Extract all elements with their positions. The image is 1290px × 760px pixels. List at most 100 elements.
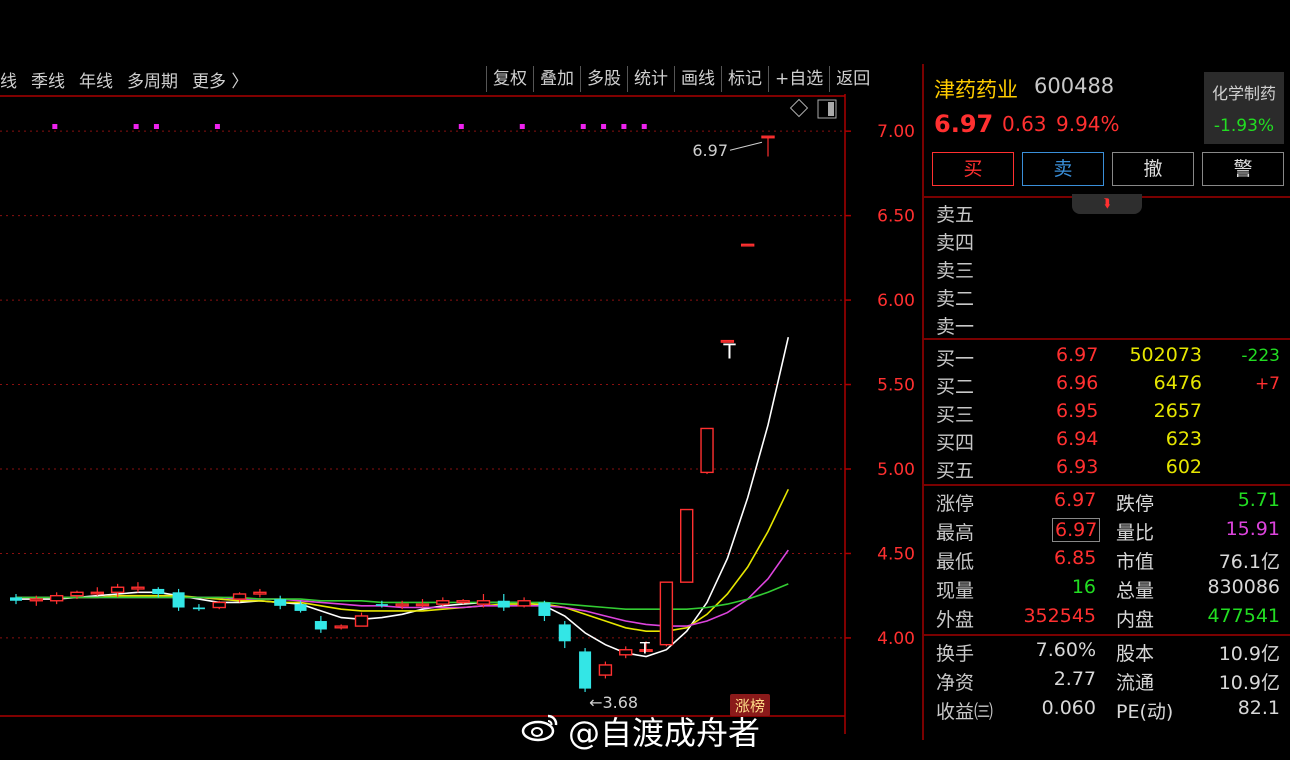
top-blank [0, 0, 1290, 64]
multi-stock-button[interactable]: 多股 [580, 66, 627, 92]
market-cap-label: 市值 [1116, 551, 1155, 573]
y-tick-label: 6.50 [877, 207, 915, 227]
candle-body [152, 588, 165, 594]
mark-button[interactable]: 标记 [721, 66, 768, 92]
y-tick-label: 6.00 [877, 291, 915, 311]
high-price-arrow [729, 141, 763, 151]
buy-level-1[interactable]: 买一 6.97 502073 -223 [924, 342, 1290, 370]
candle-body [294, 604, 307, 611]
buy-level-price: 6.95 [1056, 400, 1099, 422]
buy-level-4[interactable]: 买四 6.94 623 [924, 426, 1290, 454]
sell-button[interactable]: 卖 [1022, 152, 1104, 186]
sell-level-label: 卖三 [936, 260, 975, 282]
y-tick-label: 4.50 [877, 544, 915, 564]
stats-row-disk: 外盘 352545 内盘 477541 [924, 603, 1290, 631]
candle-body [395, 603, 409, 607]
period-tab-year[interactable]: 年线 [79, 67, 113, 92]
outer-volume-value: 352545 [1023, 605, 1096, 627]
sell-level-label: 卖四 [936, 232, 975, 254]
buy-level-label: 买五 [936, 460, 975, 482]
sell-level-5: 卖五 [924, 198, 1290, 226]
candle-body [680, 508, 694, 583]
buy-level-label: 买四 [936, 432, 975, 454]
t-marker-label: T [639, 638, 650, 657]
divider [924, 484, 1290, 486]
stats-row-volume: 现量 16 总量 830086 [924, 574, 1290, 602]
pe-value: 82.1 [1237, 697, 1280, 719]
y-tick-label: 5.50 [877, 376, 915, 396]
buy-level-price: 6.97 [1056, 344, 1099, 366]
candle-body [659, 581, 674, 646]
period-tab-multi[interactable]: 多周期 [127, 67, 178, 92]
candle-body [172, 592, 185, 608]
sell-level-4: 卖四 [924, 226, 1290, 254]
candle-body [761, 135, 775, 139]
y-tick-label: 4.00 [877, 629, 915, 649]
total-volume-label: 总量 [1116, 580, 1155, 602]
stats-row-low: 最低 6.85 市值 76.1亿 [924, 545, 1290, 573]
last-price: 6.97 [934, 110, 994, 138]
buy-level-5[interactable]: 买五 6.93 602 [924, 454, 1290, 482]
buy-level-volume: 6476 [1153, 372, 1202, 394]
add-watchlist-button[interactable]: +自选 [768, 66, 829, 92]
sell-level-label: 卖一 [936, 316, 975, 338]
period-more-button[interactable]: 更多 〉 [192, 67, 248, 92]
price-change: 0.63 [1002, 112, 1047, 136]
signal-marker [580, 124, 586, 129]
candle-body [334, 625, 348, 629]
period-tab-month[interactable]: 线 [0, 67, 17, 92]
adjust-button[interactable]: 复权 [486, 66, 533, 92]
signal-marker [641, 124, 647, 129]
buy-button[interactable]: 买 [932, 152, 1014, 186]
buy-level-volume: 2657 [1153, 400, 1202, 422]
candle-body [598, 664, 613, 676]
signal-marker [519, 124, 525, 129]
sector-box[interactable]: 化学制药 -1.93% [1204, 72, 1284, 144]
stats-row-limit: 涨停 6.97 跌停 5.71 [924, 487, 1290, 515]
net-assets-label: 净资 [936, 672, 975, 694]
candle-body [375, 604, 388, 606]
high-value: 6.97 [1052, 518, 1101, 542]
candle-body [274, 599, 287, 606]
buy-level-2[interactable]: 买二 6.96 6476 +7 [924, 370, 1290, 398]
signal-marker [214, 124, 220, 129]
chart-tools-toolbar: 复权 叠加 多股 统计 画线 标记 +自选 返回 [486, 64, 876, 94]
overlay-button[interactable]: 叠加 [533, 66, 580, 92]
kline-svg[interactable]: 7.006.506.005.505.004.504.006.97←3.68TT涨… [0, 94, 922, 740]
kline-chart[interactable]: 7.00 6.50 6.00 5.50 5.00 4.50 4.00 6.97 ←3.68 T T 涨… [0, 94, 922, 740]
candle-body [700, 427, 714, 474]
candle-body [579, 651, 592, 689]
candle-body [476, 600, 491, 605]
signal-marker [52, 124, 58, 129]
volume-ratio-label: 量比 [1116, 522, 1155, 544]
buy-level-volume: 602 [1165, 456, 1202, 478]
candle-body [49, 594, 64, 602]
total-volume-value: 830086 [1207, 576, 1280, 598]
turnover-label: 换手 [936, 643, 975, 665]
buy-level-3[interactable]: 买三 6.95 2657 [924, 398, 1290, 426]
buy-level-price: 6.93 [1056, 456, 1099, 478]
draw-line-button[interactable]: 画线 [674, 66, 721, 92]
fund-row-eps: 收益㈢ 0.060 PE(动) 82.1 [924, 695, 1290, 723]
statistics-button[interactable]: 统计 [627, 66, 674, 92]
sector-pct: -1.93% [1213, 116, 1275, 136]
candle-body [314, 621, 327, 630]
buy-level-price: 6.96 [1056, 372, 1099, 394]
cancel-order-button[interactable]: 撤 [1112, 152, 1194, 186]
buy-level-label: 买一 [936, 348, 975, 370]
period-tab-quarter[interactable]: 季线 [31, 67, 65, 92]
sell-level-3: 卖三 [924, 254, 1290, 282]
candle-body [456, 600, 470, 604]
back-button[interactable]: 返回 [829, 66, 876, 92]
stock-name[interactable]: 津药药业 [934, 74, 1018, 104]
y-tick-label: 7.00 [877, 122, 915, 142]
t-marker-label: T [722, 340, 736, 364]
net-assets-value: 2.77 [1053, 668, 1096, 690]
inner-volume-label: 内盘 [1116, 609, 1155, 631]
alert-button[interactable]: 警 [1202, 152, 1284, 186]
volume-ratio-value: 15.91 [1225, 518, 1280, 540]
signal-marker [458, 124, 464, 129]
candle-body [29, 598, 44, 602]
candle-body [110, 586, 125, 594]
candle-body [354, 615, 369, 627]
